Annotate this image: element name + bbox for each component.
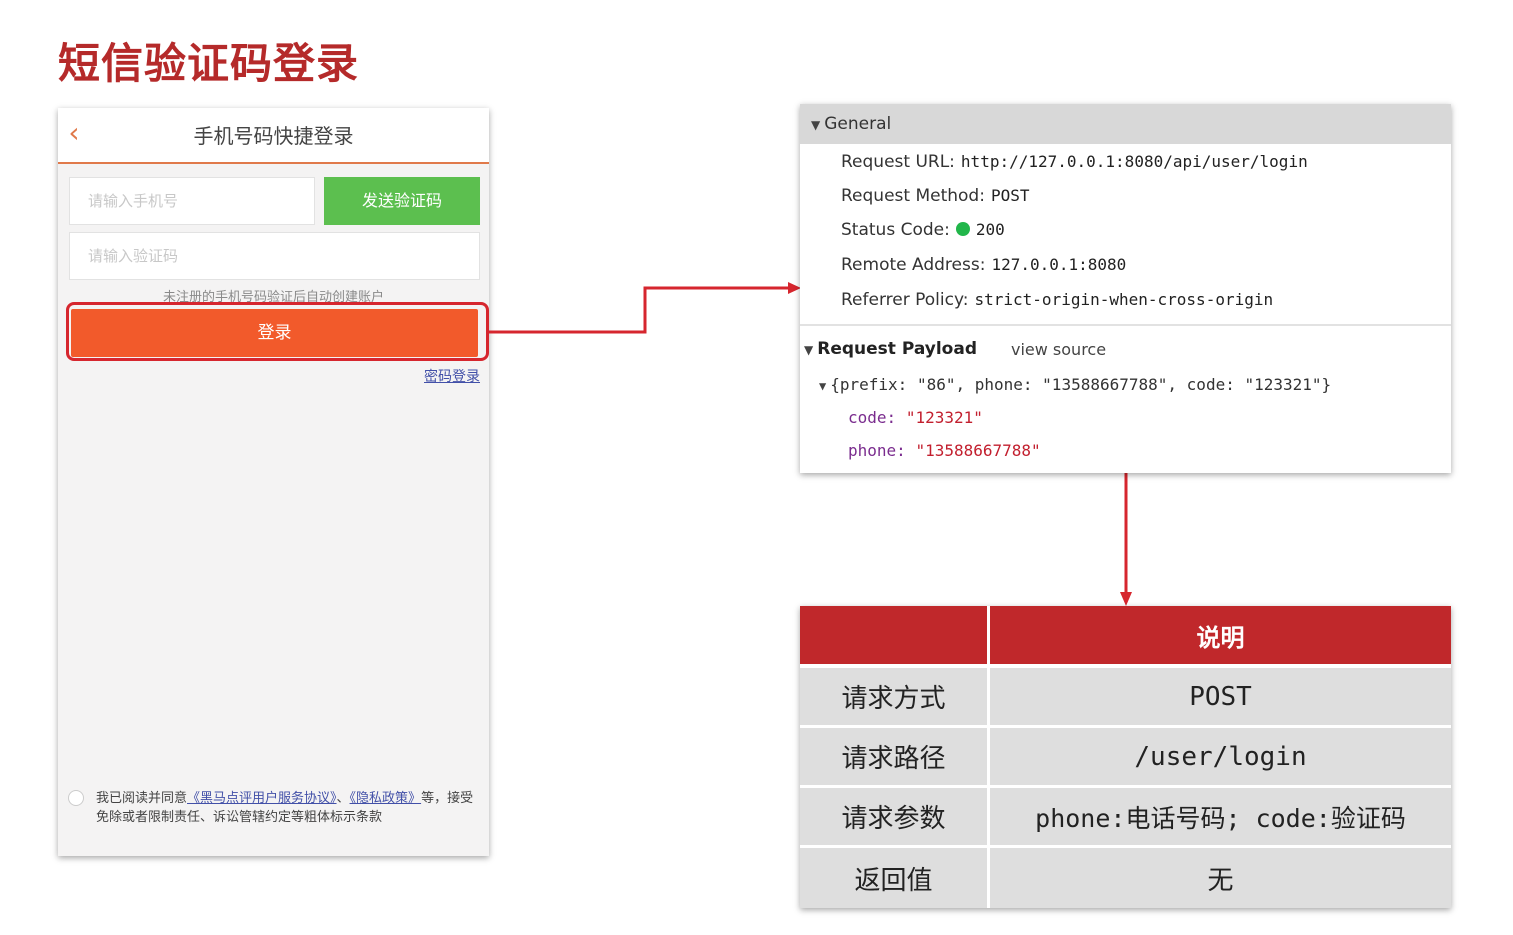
expand-triangle-icon: ▼ <box>819 379 827 393</box>
row-key: Status Code: <box>841 220 950 240</box>
connector-login-to-request <box>489 286 790 334</box>
payload-summary[interactable]: ▼ {prefix: "86", phone: "13588667788", co… <box>819 375 1331 394</box>
summary-key: code <box>1186 375 1226 394</box>
expand-triangle-icon: ▼ <box>804 343 814 357</box>
row-value: http://127.0.0.1:8080/api/user/login <box>960 152 1308 171</box>
summary-value: "123321" <box>1244 375 1322 394</box>
table-row: 请求参数 phone:电话号码; code:验证码 <box>800 788 1451 845</box>
row-key: Referrer Policy: <box>841 290 969 310</box>
status-code-row: Status Code: 200 <box>841 220 1005 240</box>
status-ok-icon <box>955 222 970 236</box>
row-value-text: 无 <box>1207 865 1234 896</box>
row-value: POST <box>990 186 1030 205</box>
row-value: phone:电话号码; code:验证码 <box>990 788 1451 845</box>
payload-field-code: code: "123321" <box>848 408 983 427</box>
summary-value: "86" <box>916 375 956 394</box>
row-label: 请求方式 <box>800 668 987 725</box>
header-cell-description: 说明 <box>990 606 1451 664</box>
field-value: "13588667788" <box>915 441 1041 460</box>
field-key: phone <box>848 441 897 460</box>
view-source-link[interactable]: view source <box>1011 340 1106 359</box>
devtools-request-panel: ▼ General Request URL: http://127.0.0.1:80… <box>800 104 1451 473</box>
referrer-policy-row: Referrer Policy: strict-origin-when-cross… <box>841 290 1273 310</box>
row-key: Request URL: <box>841 152 955 172</box>
row-label: 请求路径 <box>800 728 987 785</box>
general-label: General <box>824 114 892 134</box>
header-cell-label <box>800 606 987 664</box>
summary-value: "13588667788" <box>1042 375 1168 394</box>
payload-open-brace: { <box>830 375 840 394</box>
summary-key: phone <box>974 375 1023 394</box>
general-section-header[interactable]: ▼ General <box>800 104 1451 144</box>
request-url-row: Request URL: http://127.0.0.1:8080/api/us… <box>841 152 1308 172</box>
row-value-text: /user/login <box>1134 741 1307 772</box>
row-value: /user/login <box>990 728 1451 785</box>
request-method-row: Request Method: POST <box>841 186 1029 206</box>
field-value: "123321" <box>905 408 983 427</box>
payload-section-header[interactable]: ▼ Request Payload <box>804 339 977 359</box>
row-value: POST <box>990 668 1451 725</box>
payload-field-phone: phone: "13588667788" <box>848 441 1041 460</box>
payload-label: Request Payload <box>817 339 977 359</box>
expand-triangle-icon: ▼ <box>811 118 821 132</box>
row-label: 返回值 <box>800 848 987 908</box>
table-row: 请求方式 POST <box>800 668 1451 725</box>
row-value-text: POST <box>1189 681 1252 712</box>
remote-address-row: Remote Address: 127.0.0.1:8080 <box>841 255 1126 275</box>
row-value: 127.0.0.1:8080 <box>991 255 1127 274</box>
row-key: Remote Address: <box>841 255 986 275</box>
row-value: 200 <box>975 220 1005 239</box>
row-value: strict-origin-when-cross-origin <box>974 290 1274 309</box>
api-info-table: 说明 请求方式 POST 请求路径 /user/login 请求参数 phone… <box>800 606 1451 908</box>
row-value: 无 <box>990 848 1451 908</box>
row-key: Request Method: <box>841 186 985 206</box>
section-divider <box>800 324 1451 326</box>
table-row: 返回值 无 <box>800 848 1451 908</box>
field-key: code <box>848 408 887 427</box>
table-row: 请求路径 /user/login <box>800 728 1451 785</box>
table-header-row: 说明 <box>800 606 1451 664</box>
row-label: 请求参数 <box>800 788 987 845</box>
summary-key: prefix <box>839 375 898 394</box>
row-value-text: phone:电话号码; code:验证码 <box>1035 803 1406 833</box>
arrowhead-down-icon <box>1120 592 1132 606</box>
